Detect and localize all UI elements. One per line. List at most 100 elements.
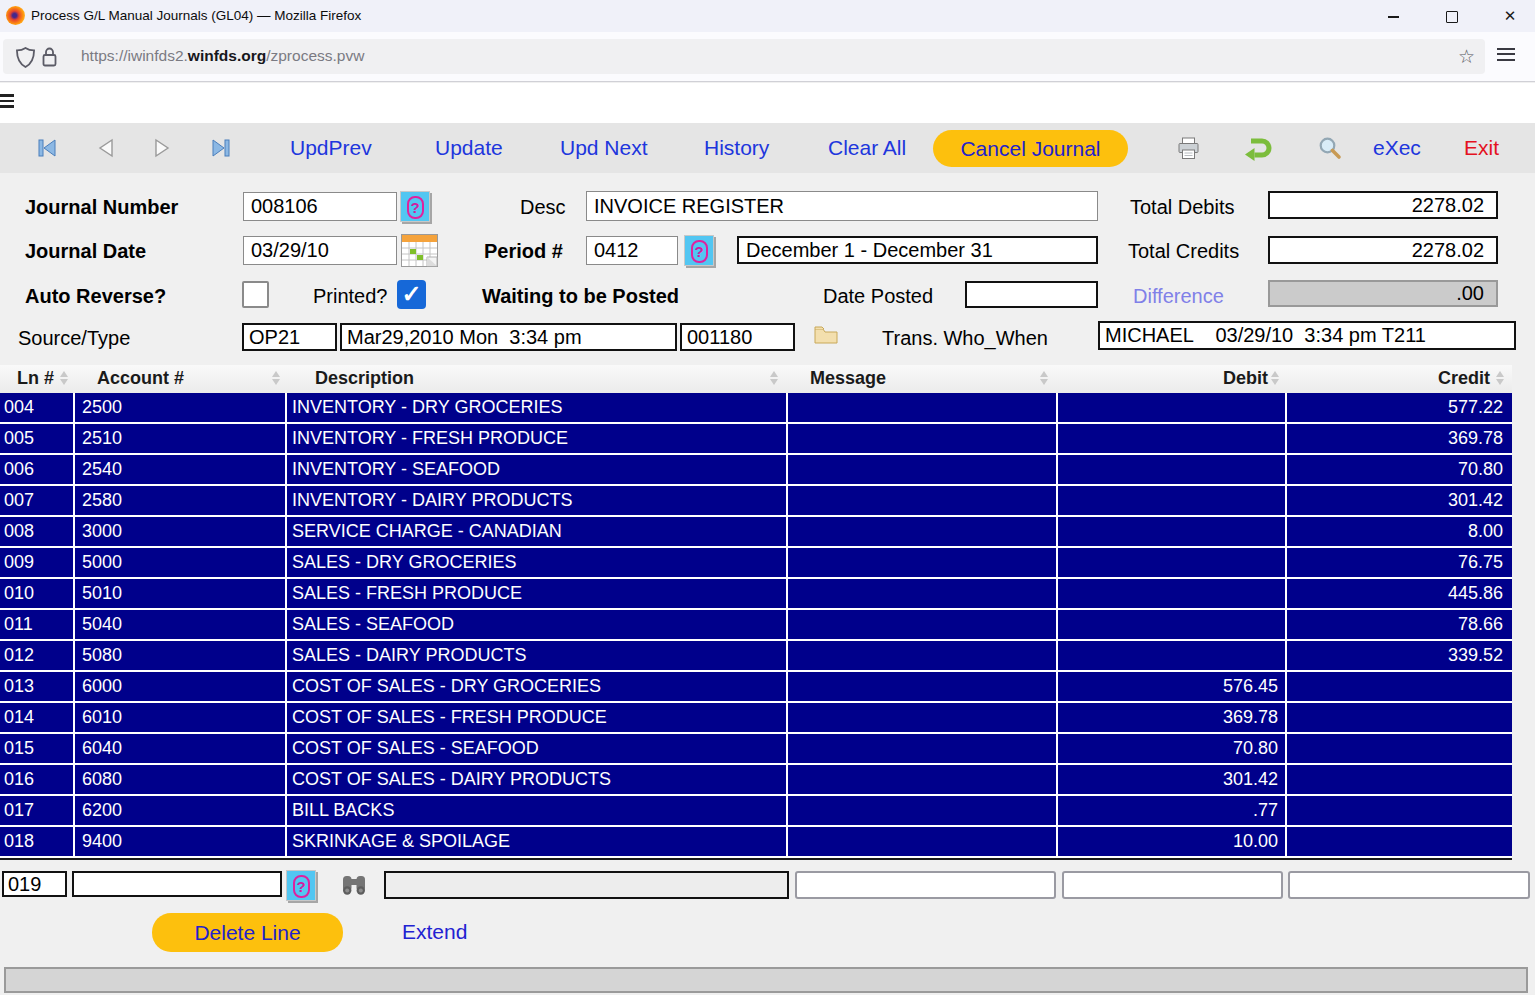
cell-ln: 005 bbox=[0, 424, 75, 455]
period-input[interactable] bbox=[586, 236, 678, 265]
entry-account-input[interactable] bbox=[72, 871, 282, 897]
close-button[interactable]: ✕ bbox=[1495, 4, 1525, 28]
col-debit[interactable]: Debit bbox=[1150, 368, 1268, 389]
sort-icon[interactable] bbox=[272, 371, 281, 385]
table-row[interactable]: 0072580INVENTORY - DAIRY PRODUCTS301.42 bbox=[0, 486, 1512, 517]
cell-ln: 017 bbox=[0, 796, 75, 827]
sort-icon[interactable] bbox=[1040, 371, 1049, 385]
table-row[interactable]: 0125080SALES - DAIRY PRODUCTS339.52 bbox=[0, 641, 1512, 672]
bookmark-star-icon[interactable]: ☆ bbox=[1458, 45, 1475, 68]
url-bar[interactable]: https://iwinfds2.winfds.org/zprocess.pvw… bbox=[3, 39, 1485, 74]
folder-icon[interactable] bbox=[814, 325, 838, 344]
url-text[interactable]: https://iwinfds2.winfds.org/zprocess.pvw bbox=[81, 47, 364, 65]
cell-debit bbox=[1058, 424, 1287, 455]
app-menu-icon[interactable] bbox=[0, 94, 14, 108]
cell-account: 2580 bbox=[75, 486, 287, 517]
cell-msg bbox=[788, 703, 1058, 734]
col-account[interactable]: Account # bbox=[97, 368, 184, 389]
table-row[interactable]: 0115040SALES - SEAFOOD78.66 bbox=[0, 610, 1512, 641]
entry-credit-input[interactable] bbox=[1288, 871, 1530, 899]
prev-record-icon[interactable] bbox=[97, 138, 115, 158]
clear-all-link[interactable]: Clear All bbox=[828, 136, 906, 160]
maximize-button[interactable] bbox=[1437, 4, 1467, 28]
sort-icon[interactable] bbox=[770, 371, 779, 385]
history-link[interactable]: History bbox=[704, 136, 769, 160]
col-ln[interactable]: Ln # bbox=[17, 368, 54, 389]
col-credit[interactable]: Credit bbox=[1372, 368, 1490, 389]
cell-ln: 004 bbox=[0, 393, 75, 424]
cell-ln: 014 bbox=[0, 703, 75, 734]
col-message[interactable]: Message bbox=[810, 368, 886, 389]
table-row[interactable]: 0176200BILL BACKS.77 bbox=[0, 796, 1512, 827]
desc-input[interactable] bbox=[586, 191, 1098, 221]
sort-icon[interactable] bbox=[1271, 371, 1280, 385]
window-titlebar: Process G/L Manual Journals (GL04) — Moz… bbox=[0, 0, 1535, 32]
cell-msg bbox=[788, 734, 1058, 765]
first-record-icon[interactable] bbox=[38, 138, 58, 158]
lock-icon[interactable] bbox=[42, 46, 57, 68]
search-icon[interactable] bbox=[1318, 136, 1342, 160]
trans-who-when-input[interactable] bbox=[1098, 321, 1516, 350]
col-description[interactable]: Description bbox=[315, 368, 414, 389]
last-record-icon[interactable] bbox=[210, 138, 230, 158]
undo-icon[interactable] bbox=[1243, 134, 1273, 161]
cell-debit bbox=[1058, 393, 1287, 424]
print-icon[interactable] bbox=[1176, 136, 1201, 161]
table-row[interactable]: 0189400SKRINKAGE & SPOILAGE10.00 bbox=[0, 827, 1512, 858]
journal-number-lookup-button[interactable]: ? bbox=[400, 191, 430, 222]
exit-link[interactable]: Exit bbox=[1464, 136, 1499, 160]
table-row[interactable]: 0146010COST OF SALES - FRESH PRODUCE369.… bbox=[0, 703, 1512, 734]
next-record-icon[interactable] bbox=[153, 138, 171, 158]
entry-message-input[interactable] bbox=[795, 871, 1056, 899]
extend-link[interactable]: Extend bbox=[402, 920, 467, 944]
entry-description-input[interactable] bbox=[384, 871, 789, 899]
binoculars-icon[interactable] bbox=[341, 874, 367, 896]
entry-account-lookup-button[interactable]: ? bbox=[286, 870, 316, 901]
exec-link[interactable]: eXec bbox=[1373, 136, 1421, 160]
table-row[interactable]: 0136000COST OF SALES - DRY GROCERIES576.… bbox=[0, 672, 1512, 703]
cell-desc: INVENTORY - DAIRY PRODUCTS bbox=[287, 486, 788, 517]
table-row[interactable]: 0083000SERVICE CHARGE - CANADIAN8.00 bbox=[0, 517, 1512, 548]
entry-ln-input[interactable] bbox=[2, 871, 67, 897]
source-type-input[interactable] bbox=[242, 323, 337, 351]
cell-account: 6040 bbox=[75, 734, 287, 765]
calendar-icon[interactable] bbox=[401, 234, 438, 267]
update-link[interactable]: Update bbox=[435, 136, 503, 160]
date-posted-input[interactable] bbox=[965, 281, 1098, 308]
auto-reverse-checkbox[interactable] bbox=[242, 281, 269, 308]
journal-number-input[interactable] bbox=[243, 192, 397, 221]
delete-line-button[interactable]: Delete Line bbox=[152, 913, 343, 952]
table-row[interactable]: 0105010SALES - FRESH PRODUCE445.86 bbox=[0, 579, 1512, 610]
shield-icon[interactable] bbox=[16, 47, 35, 68]
journal-date-input[interactable] bbox=[243, 236, 397, 265]
source-ref-input[interactable] bbox=[680, 323, 795, 351]
window-title: Process G/L Manual Journals (GL04) — Moz… bbox=[31, 8, 361, 23]
cell-debit bbox=[1058, 610, 1287, 641]
cell-credit: 8.00 bbox=[1287, 517, 1512, 548]
updprev-link[interactable]: UpdPrev bbox=[290, 136, 372, 160]
cell-msg bbox=[788, 641, 1058, 672]
browser-menu-icon[interactable] bbox=[1497, 48, 1515, 62]
table-row[interactable]: 0042500INVENTORY - DRY GROCERIES577.22 bbox=[0, 393, 1512, 424]
cell-credit bbox=[1287, 672, 1512, 703]
period-lookup-button[interactable]: ? bbox=[684, 235, 714, 266]
cancel-journal-button[interactable]: Cancel Journal bbox=[933, 130, 1128, 167]
table-row[interactable]: 0062540INVENTORY - SEAFOOD70.80 bbox=[0, 455, 1512, 486]
table-row[interactable]: 0166080COST OF SALES - DAIRY PRODUCTS301… bbox=[0, 765, 1512, 796]
sort-icon[interactable] bbox=[60, 371, 69, 385]
cell-debit: 10.00 bbox=[1058, 827, 1287, 858]
table-row[interactable]: 0052510INVENTORY - FRESH PRODUCE369.78 bbox=[0, 424, 1512, 455]
updnext-link[interactable]: Upd Next bbox=[560, 136, 648, 160]
sort-icon[interactable] bbox=[1496, 371, 1505, 385]
cell-msg bbox=[788, 424, 1058, 455]
cell-desc: BILL BACKS bbox=[287, 796, 788, 827]
printed-checkbox[interactable]: ✓ bbox=[397, 280, 426, 309]
table-row[interactable]: 0095000SALES - DRY GROCERIES76.75 bbox=[0, 548, 1512, 579]
cell-credit: 445.86 bbox=[1287, 579, 1512, 610]
table-row[interactable]: 0156040COST OF SALES - SEAFOOD70.80 bbox=[0, 734, 1512, 765]
cell-debit: 576.45 bbox=[1058, 672, 1287, 703]
source-datetime-input[interactable] bbox=[340, 323, 677, 351]
minimize-button[interactable] bbox=[1378, 4, 1408, 28]
cell-msg bbox=[788, 486, 1058, 517]
entry-debit-input[interactable] bbox=[1062, 871, 1283, 899]
